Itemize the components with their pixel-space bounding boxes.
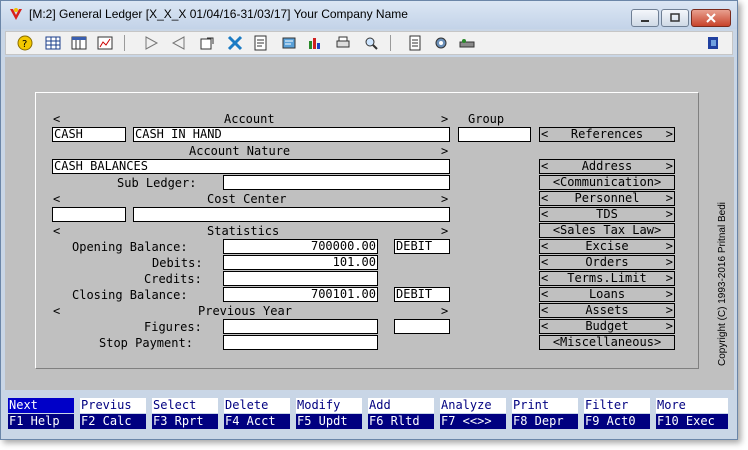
statistics-right-bracket: > [441,224,449,238]
fkey-1[interactable]: Next F1 Help [8,398,74,430]
opening-balance-type-field[interactable]: DEBIT [394,239,450,254]
stop-payment-field[interactable] [223,335,378,350]
statistics-left-bracket: < [53,224,61,238]
sales-tax-law-button[interactable]: <Sales Tax Law> [539,223,675,238]
fkey-10[interactable]: More F10 Exec [656,398,728,430]
personnel-button[interactable]: < Personnel > [539,191,675,206]
fkey-3[interactable]: Select F3 Rprt [152,398,218,430]
opening-balance-field[interactable]: 700000.00 [223,239,378,254]
group-label: Group [468,112,505,126]
fkey-action[interactable]: Filter [584,398,650,413]
fkey-label[interactable]: F2 Calc [80,414,146,429]
previous-year-right-bracket: > [441,304,449,318]
sub-ledger-field[interactable] [223,175,450,190]
previous-year-label: Previous Year [198,304,292,318]
address-button[interactable]: < Address > [539,159,675,174]
figures-type-field[interactable] [394,319,450,334]
stop-payment-label: Stop Payment: [99,336,193,350]
sub-ledger-label: Sub Ledger: [117,176,197,190]
fkey-label[interactable]: F9 Act0 [584,414,650,429]
orders-button[interactable]: < Orders > [539,255,675,270]
debits-field[interactable]: 101.00 [223,255,378,270]
form-fields: < Account > Group CASH CASH IN HAND Acco… [1,1,737,441]
account-label: Account [224,112,275,126]
fkey-action[interactable]: Previus [80,398,146,413]
references-button[interactable]: < References > [539,127,675,142]
loans-button[interactable]: < Loans > [539,287,675,302]
account-name-field[interactable]: CASH IN HAND [133,127,450,142]
function-key-bar: Next F1 Help Previus F2 Calc Select F3 R… [8,398,729,430]
fkey-label[interactable]: F5 Updt [296,414,362,429]
application-window: [M:2] General Ledger [X_X_X 01/04/16-31/… [0,0,738,440]
account-code-field[interactable]: CASH [52,127,126,142]
opening-balance-label: Opening Balance: [72,240,188,254]
fkey-5[interactable]: Modify F5 Updt [296,398,362,430]
communication-button[interactable]: <Communication> [539,175,675,190]
closing-balance-type-field[interactable]: DEBIT [394,287,450,302]
fkey-label[interactable]: F4 Acct [224,414,290,429]
debits-label: Debits: [152,256,203,270]
fkey-action[interactable]: Add [368,398,434,413]
fkey-label[interactable]: F3 Rprt [152,414,218,429]
cost-center-left-bracket: < [53,192,61,206]
fkey-7[interactable]: Analyze F7 <<>> [440,398,506,430]
budget-button[interactable]: < Budget > [539,319,675,334]
fkey-2[interactable]: Previus F2 Calc [80,398,146,430]
cost-center-label: Cost Center [207,192,287,206]
fkey-action[interactable]: Print [512,398,578,413]
fkey-action[interactable]: More [656,398,728,413]
account-nature-right-bracket: > [441,144,449,158]
terms-limit-button[interactable]: < Terms.Limit > [539,271,675,286]
figures-label: Figures: [144,320,202,334]
fkey-label[interactable]: F6 Rltd [368,414,434,429]
credits-field[interactable] [223,271,378,286]
fkey-action[interactable]: Analyze [440,398,506,413]
cost-center-right-bracket: > [441,192,449,206]
group-field[interactable] [458,127,531,142]
previous-year-left-bracket: < [53,304,61,318]
miscellaneous-button[interactable]: <Miscellaneous> [539,335,675,350]
fkey-9[interactable]: Filter F9 Act0 [584,398,650,430]
fkey-action[interactable]: Select [152,398,218,413]
account-nature-field[interactable]: CASH BALANCES [52,159,450,174]
assets-button[interactable]: < Assets > [539,303,675,318]
fkey-label[interactable]: F7 <<>> [440,414,506,429]
tds-button[interactable]: < TDS > [539,207,675,222]
statistics-label: Statistics [207,224,280,238]
account-right-bracket: > [441,112,449,126]
fkey-label[interactable]: F10 Exec [656,414,728,429]
account-left-bracket: < [53,112,61,126]
fkey-action[interactable]: Delete [224,398,290,413]
copyright-text: Copyright (C) 1993-2016 Pritnal Bedi [717,202,728,366]
fkey-action[interactable]: Next [8,398,74,413]
credits-label: Credits: [144,272,202,286]
fkey-action[interactable]: Modify [296,398,362,413]
closing-balance-label: Closing Balance: [72,288,188,302]
fkey-4[interactable]: Delete F4 Acct [224,398,290,430]
fkey-label[interactable]: F1 Help [8,414,74,429]
figures-field[interactable] [223,319,378,334]
closing-balance-field[interactable]: 700101.00 [223,287,378,302]
cost-center-name-field[interactable] [133,207,450,222]
fkey-8[interactable]: Print F8 Depr [512,398,578,430]
account-nature-label: Account Nature [189,144,291,158]
cost-center-code-field[interactable] [52,207,126,222]
fkey-label[interactable]: F8 Depr [512,414,578,429]
excise-button[interactable]: < Excise > [539,239,675,254]
fkey-6[interactable]: Add F6 Rltd [368,398,434,430]
